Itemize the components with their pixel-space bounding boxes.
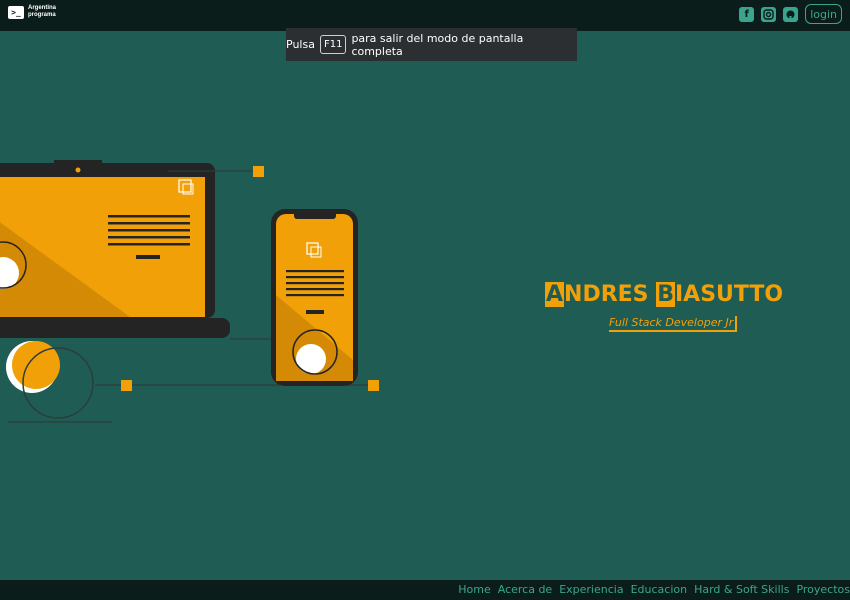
f11-key: F11 bbox=[319, 35, 347, 54]
top-bar: >_ Argentina programa f login bbox=[0, 0, 850, 31]
instagram-icon[interactable] bbox=[761, 6, 777, 22]
argentina-programa-logo[interactable]: >_ Argentina programa bbox=[8, 5, 56, 19]
nav-home[interactable]: Home bbox=[458, 583, 490, 596]
nav-proyectos[interactable]: Proyectos bbox=[796, 583, 850, 596]
fullscreen-notice-prefix: Pulsa bbox=[286, 38, 315, 51]
github-icon[interactable] bbox=[783, 6, 799, 22]
terminal-icon: >_ bbox=[8, 5, 24, 19]
bottom-nav-bar: Home Acerca de Experiencia Educacion Har… bbox=[0, 580, 850, 600]
laptop-illustration bbox=[0, 160, 230, 338]
nav-acerca-de[interactable]: Acerca de bbox=[498, 583, 552, 596]
phone-illustration bbox=[271, 209, 358, 386]
facebook-icon[interactable]: f bbox=[739, 6, 755, 22]
nav-skills[interactable]: Hard & Soft Skills bbox=[694, 583, 789, 596]
nav-educacion[interactable]: Educacion bbox=[631, 583, 688, 596]
devices-illustration bbox=[0, 160, 379, 423]
login-button[interactable]: login bbox=[805, 4, 842, 24]
fullscreen-notice-suffix: para salir del modo de pantalla completa bbox=[351, 31, 524, 58]
hero-name: ANDRES BIASUTTO bbox=[545, 282, 784, 307]
fullscreen-notice: Pulsa F11 para salir del modo de pantall… bbox=[286, 28, 577, 61]
nav-experiencia[interactable]: Experiencia bbox=[559, 583, 623, 596]
logo-line-1: Argentina bbox=[28, 5, 57, 11]
logo-line-2: programa bbox=[28, 12, 56, 18]
hero-name-block: ANDRES BIASUTTO Full Stack Developer Jr bbox=[545, 282, 784, 332]
hero-role: Full Stack Developer Jr bbox=[609, 316, 738, 332]
main-nav: Home Acerca de Experiencia Educacion Har… bbox=[451, 583, 850, 596]
social-links: f login bbox=[739, 4, 842, 24]
